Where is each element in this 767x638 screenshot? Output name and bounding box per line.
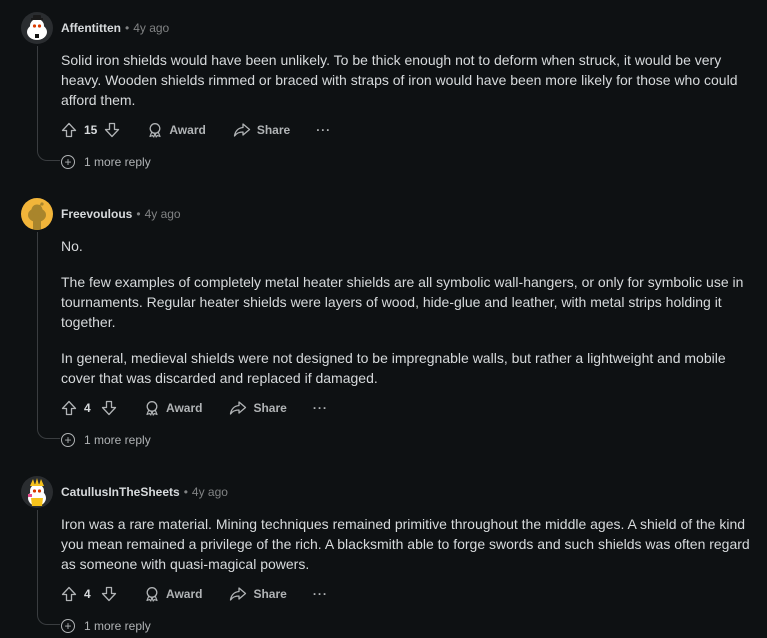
expand-icon: + xyxy=(61,155,75,169)
more-replies-label: 1 more reply xyxy=(84,433,151,447)
comment-meta: Freevoulous • 4y ago xyxy=(61,206,181,222)
more-options-button[interactable]: ··· xyxy=(313,401,328,415)
downvote-button[interactable] xyxy=(100,585,118,603)
share-icon xyxy=(230,401,247,415)
downvote-icon xyxy=(101,586,117,602)
vote-score: 15 xyxy=(84,123,98,137)
more-replies-button[interactable]: + 1 more reply xyxy=(61,153,151,171)
award-label: Award xyxy=(166,587,203,601)
author-name[interactable]: Affentitten xyxy=(61,21,121,35)
user-avatar[interactable] xyxy=(21,12,53,44)
upvote-button[interactable] xyxy=(60,399,78,417)
vote-score: 4 xyxy=(84,587,91,601)
comment-actions: 4 Award Share ··· xyxy=(60,398,328,418)
comment-meta: Affentitten • 4y ago xyxy=(61,20,169,36)
share-icon xyxy=(233,123,250,137)
award-button[interactable]: Award xyxy=(144,586,202,602)
share-icon xyxy=(230,587,247,601)
comment-actions: 15 Award Share ··· xyxy=(60,120,331,140)
more-replies-button[interactable]: + 1 more reply xyxy=(61,617,151,635)
upvote-button[interactable] xyxy=(60,585,78,603)
comment-paragraph: The few examples of completely metal hea… xyxy=(61,274,744,330)
comment-body: Solid iron shields would have been unlik… xyxy=(61,50,751,110)
more-replies-label: 1 more reply xyxy=(84,155,151,169)
award-button[interactable]: Award xyxy=(147,122,206,138)
separator-dot: • xyxy=(125,21,130,35)
award-label: Award xyxy=(169,123,206,137)
share-label: Share xyxy=(253,587,287,601)
snoo-avatar-icon xyxy=(21,476,53,508)
downvote-button[interactable] xyxy=(100,399,118,417)
share-button[interactable]: Share xyxy=(229,400,287,416)
snoo-avatar-icon xyxy=(21,198,53,230)
timestamp[interactable]: 4y ago xyxy=(145,207,181,221)
share-button[interactable]: Share xyxy=(229,586,287,602)
user-avatar[interactable] xyxy=(21,476,53,508)
share-label: Share xyxy=(253,401,287,415)
comment-thread: Affentitten • 4y ago Solid iron shields wo… xyxy=(0,0,767,638)
award-label: Award xyxy=(166,401,203,415)
timestamp[interactable]: 4y ago xyxy=(133,21,169,35)
user-avatar[interactable] xyxy=(21,198,53,230)
separator-dot: • xyxy=(136,207,141,221)
upvote-icon xyxy=(61,122,77,138)
comment-actions: 4 Award Share ··· xyxy=(60,584,328,604)
downvote-icon xyxy=(101,400,117,416)
separator-dot: • xyxy=(183,485,188,499)
share-label: Share xyxy=(256,123,291,137)
timestamp[interactable]: 4y ago xyxy=(192,485,228,499)
comment-meta: CatullusInTheSheets • 4y ago xyxy=(61,484,228,500)
comment-paragraph: Solid iron shields would have been unlik… xyxy=(61,52,738,108)
comment-body: Iron was a rare material. Mining techniq… xyxy=(61,514,751,574)
upvote-button[interactable] xyxy=(60,121,78,139)
author-name[interactable]: CatullusInTheSheets xyxy=(61,485,180,499)
comment-paragraph: Iron was a rare material. Mining techniq… xyxy=(61,516,750,572)
more-replies-button[interactable]: + 1 more reply xyxy=(61,431,151,449)
downvote-button[interactable] xyxy=(103,121,121,139)
share-button[interactable]: Share xyxy=(233,122,290,138)
award-icon xyxy=(146,401,158,416)
comment-paragraph: In general, medieval shields were not de… xyxy=(61,350,726,386)
vote-score: 4 xyxy=(84,401,91,415)
comment-body: No. The few examples of completely metal… xyxy=(61,236,751,388)
award-button[interactable]: Award xyxy=(144,400,202,416)
downvote-icon xyxy=(105,122,120,138)
upvote-icon xyxy=(61,586,77,602)
more-options-button[interactable]: ··· xyxy=(313,587,328,601)
award-icon xyxy=(149,123,161,138)
expand-icon: + xyxy=(61,433,75,447)
expand-icon: + xyxy=(61,619,75,633)
comment-paragraph: No. xyxy=(61,238,83,254)
upvote-icon xyxy=(61,400,77,416)
more-replies-label: 1 more reply xyxy=(84,619,151,633)
thread-line xyxy=(37,510,60,625)
author-name[interactable]: Freevoulous xyxy=(61,207,132,221)
award-icon xyxy=(146,587,158,602)
thread-line xyxy=(37,46,60,161)
more-options-button[interactable]: ··· xyxy=(316,123,331,137)
snoo-avatar-icon xyxy=(21,12,53,44)
thread-line xyxy=(37,232,60,439)
